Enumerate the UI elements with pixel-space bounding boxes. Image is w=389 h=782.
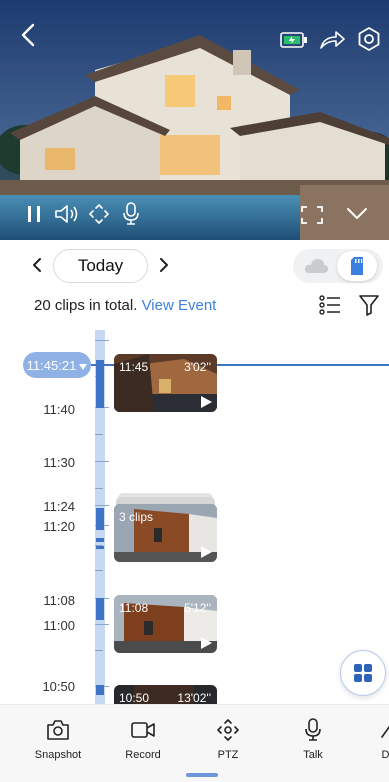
date-navigation: Today xyxy=(0,246,389,286)
clip-thumbnail[interactable]: 11:45 3'02'' xyxy=(114,354,217,412)
home-indicator xyxy=(186,773,218,777)
record-label: Record xyxy=(125,749,161,761)
settings-icon[interactable] xyxy=(355,25,383,53)
dropdown-triangle-icon xyxy=(79,358,88,373)
clip-thumbnail[interactable]: 10:50 13'02'' xyxy=(114,685,217,704)
record-button[interactable]: Record xyxy=(105,717,181,761)
snapshot-label: Snapshot xyxy=(34,749,82,761)
video-icon xyxy=(105,717,181,743)
play-icon xyxy=(201,546,212,558)
current-time-indicator[interactable]: 11:45:21 xyxy=(23,352,91,378)
battery-icon xyxy=(279,29,309,51)
time-label: 11:08 xyxy=(43,593,75,608)
clip-duration: 3'02'' xyxy=(184,360,211,374)
detect-button[interactable]: Det xyxy=(352,717,389,761)
cloud-storage-icon[interactable] xyxy=(301,253,331,279)
play-icon xyxy=(201,396,212,408)
current-time-text: 11:45:21 xyxy=(26,357,77,373)
storage-toggle[interactable] xyxy=(293,249,383,283)
clip-group-label: 3 clips xyxy=(119,510,154,524)
time-label: 10:50 xyxy=(42,679,75,694)
play-icon xyxy=(201,637,212,649)
ptz-button[interactable]: PTZ xyxy=(190,717,266,761)
date-selector[interactable]: Today xyxy=(53,249,148,283)
grid-icon xyxy=(354,664,372,682)
camera-icon xyxy=(20,717,96,743)
filter-icon[interactable] xyxy=(357,293,381,317)
timeline-segment[interactable] xyxy=(96,546,104,549)
clip-duration: 13'02'' xyxy=(177,691,211,704)
fullscreen-icon[interactable] xyxy=(300,205,324,225)
clip-time: 11:08 xyxy=(119,601,149,615)
clip-thumbnail[interactable]: 11:08 5'12'' xyxy=(114,595,217,653)
time-label: 11:00 xyxy=(43,618,75,633)
grid-view-button[interactable] xyxy=(340,650,386,696)
timeline-segment[interactable] xyxy=(96,360,104,408)
clip-duration: 5'12'' xyxy=(184,601,211,615)
time-label: 11:24 xyxy=(43,499,75,514)
mic-icon xyxy=(275,717,351,743)
back-icon[interactable] xyxy=(16,22,40,48)
next-day-icon[interactable] xyxy=(153,254,175,276)
ptz-icon xyxy=(190,717,266,743)
ptz-icon[interactable] xyxy=(88,203,110,225)
time-label: 11:30 xyxy=(43,455,75,470)
clip-time: 10:50 xyxy=(119,691,150,704)
detect-label: Det xyxy=(381,749,389,761)
clip-group-thumbnail[interactable]: 3 clips xyxy=(114,504,217,562)
volume-icon[interactable] xyxy=(53,202,81,226)
timeline-segment[interactable] xyxy=(96,538,104,542)
bottom-toolbar: Snapshot Record PTZ Talk Det xyxy=(0,704,389,782)
time-label: 11:40 xyxy=(43,402,75,417)
pause-icon[interactable] xyxy=(24,203,44,225)
share-icon[interactable] xyxy=(318,28,346,52)
live-video-view[interactable] xyxy=(0,0,389,240)
previous-day-icon[interactable] xyxy=(26,254,48,276)
timeline-segment[interactable] xyxy=(96,508,104,530)
snapshot-button[interactable]: Snapshot xyxy=(20,717,96,761)
clips-summary: 20 clips in total. View Event xyxy=(34,297,216,314)
detect-icon xyxy=(352,717,389,743)
talk-label: Talk xyxy=(303,749,323,761)
timeline-segment[interactable] xyxy=(96,598,104,620)
talk-button[interactable]: Talk xyxy=(275,717,351,761)
clip-time: 11:45 xyxy=(119,360,149,374)
collapse-icon[interactable] xyxy=(345,206,369,222)
clips-count-text: 20 clips in total. xyxy=(34,297,138,314)
ptz-label: PTZ xyxy=(217,749,239,761)
view-event-link[interactable]: View Event xyxy=(142,297,217,314)
mic-icon[interactable] xyxy=(121,201,141,227)
list-icon[interactable] xyxy=(318,293,342,317)
sd-card-icon[interactable] xyxy=(337,251,377,281)
timeline-segment[interactable] xyxy=(96,685,104,695)
recording-timeline[interactable]: 11:40 11:30 11:24 11:20 11:08 11:00 10:5… xyxy=(0,330,389,704)
time-label: 11:20 xyxy=(43,519,75,534)
